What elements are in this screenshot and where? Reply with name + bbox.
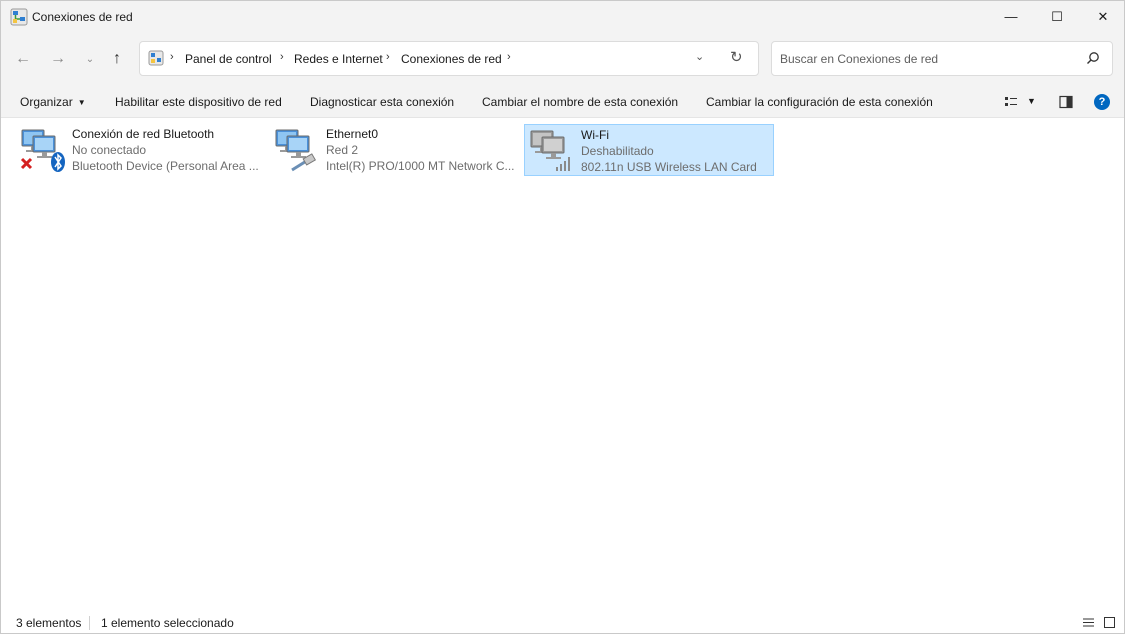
breadcrumb-separator[interactable]: › xyxy=(507,51,511,63)
breadcrumb-separator[interactable]: › xyxy=(386,51,390,63)
address-row: ← → ⌄ ↑ › Panel de control › Redes e Int… xyxy=(1,33,1124,87)
minimize-icon: — xyxy=(1004,9,1018,24)
connection-device: Intel(R) PRO/1000 MT Network C... xyxy=(326,159,514,173)
change-settings-button[interactable]: Cambiar la configuración de esta conexió… xyxy=(706,95,933,109)
organize-label: Organizar xyxy=(20,95,73,109)
minimize-button[interactable]: — xyxy=(988,1,1034,32)
selection-count: 1 elemento seleccionado xyxy=(101,616,234,630)
breadcrumb-panel-de-control[interactable]: Panel de control xyxy=(185,52,272,66)
arrow-up-icon: ↑ xyxy=(113,50,121,67)
caret-down-icon: ▼ xyxy=(77,98,86,107)
details-view-icon[interactable] xyxy=(1082,616,1095,629)
up-button[interactable]: ↑ xyxy=(104,46,130,72)
window-title: Conexiones de red xyxy=(32,10,133,24)
title-bar: Conexiones de red — ☐ ✕ xyxy=(1,1,1124,33)
close-button[interactable]: ✕ xyxy=(1080,1,1124,32)
ethernet-network-icon xyxy=(275,129,317,172)
connection-status: Deshabilitado xyxy=(581,144,654,158)
back-button[interactable]: ← xyxy=(10,46,36,72)
address-bar[interactable]: › Panel de control › Redes e Internet › … xyxy=(139,41,759,76)
network-connections-app-icon xyxy=(10,8,28,26)
bluetooth-network-icon xyxy=(20,129,65,172)
connection-status: No conectado xyxy=(72,143,147,157)
list-item-wifi[interactable]: Wi-Fi Deshabilitado 802.11n USB Wireless… xyxy=(524,124,774,176)
arrow-left-icon: ← xyxy=(15,50,31,67)
help-icon[interactable]: ? xyxy=(1094,94,1110,110)
rename-button[interactable]: Cambiar el nombre de esta conexión xyxy=(482,95,678,109)
view-options-caret-icon[interactable]: ▼ xyxy=(1027,96,1036,106)
refresh-icon[interactable]: ↻ xyxy=(730,48,743,66)
explorer-window: Conexiones de red — ☐ ✕ ← → ⌄ ↑ › Panel … xyxy=(0,0,1125,634)
diagnose-button[interactable]: Diagnosticar esta conexión xyxy=(310,95,454,109)
enable-device-button[interactable]: Habilitar este dispositivo de red xyxy=(115,95,282,109)
connection-device: 802.11n USB Wireless LAN Card xyxy=(581,160,757,174)
large-icons-view-icon[interactable] xyxy=(1103,616,1116,629)
maximize-button[interactable]: ☐ xyxy=(1034,1,1080,32)
change-view-icon[interactable] xyxy=(1004,95,1018,109)
command-bar: Organizar ▼ Habilitar este dispositivo de… xyxy=(1,87,1124,118)
item-text: Wi-Fi Deshabilitado 802.11n USB Wireless… xyxy=(581,127,769,175)
breadcrumb-separator[interactable]: › xyxy=(170,51,174,63)
preview-pane-icon[interactable] xyxy=(1059,95,1073,109)
item-text: Conexión de red Bluetooth No conectado B… xyxy=(72,126,260,174)
breadcrumb-separator[interactable]: › xyxy=(280,51,284,63)
arrow-right-icon: → xyxy=(50,50,66,67)
close-icon: ✕ xyxy=(1097,8,1109,24)
connections-list: Conexión de red Bluetooth No conectado B… xyxy=(1,118,1124,611)
maximize-icon: ☐ xyxy=(1051,8,1063,24)
search-box[interactable] xyxy=(771,41,1113,76)
chevron-down-icon: ⌄ xyxy=(85,53,95,65)
list-item-bluetooth[interactable]: Conexión de red Bluetooth No conectado B… xyxy=(16,124,266,176)
forward-button[interactable]: → xyxy=(45,46,71,72)
breadcrumb-conexiones-de-red[interactable]: Conexiones de red xyxy=(401,52,502,66)
recent-locations-button[interactable]: ⌄ xyxy=(77,46,103,72)
search-icon[interactable] xyxy=(1086,51,1100,65)
organize-button[interactable]: Organizar ▼ xyxy=(20,95,86,109)
status-divider xyxy=(89,616,90,630)
connection-status: Red 2 xyxy=(326,143,359,157)
status-bar: 3 elementos 1 elemento seleccionado xyxy=(1,611,1124,633)
search-input[interactable] xyxy=(780,50,1070,68)
chevron-down-icon[interactable]: ⌄ xyxy=(695,50,704,63)
wifi-network-icon xyxy=(530,130,570,171)
connection-device: Bluetooth Device (Personal Area ... xyxy=(72,159,259,173)
connection-name: Conexión de red Bluetooth xyxy=(72,127,215,141)
breadcrumb-redes-e-internet[interactable]: Redes e Internet xyxy=(294,52,383,66)
item-text: Ethernet0 Red 2 Intel(R) PRO/1000 MT Net… xyxy=(326,126,514,174)
connection-name: Wi-Fi xyxy=(581,128,609,142)
control-panel-icon xyxy=(148,50,164,66)
list-item-ethernet[interactable]: Ethernet0 Red 2 Intel(R) PRO/1000 MT Net… xyxy=(270,124,520,176)
item-count: 3 elementos xyxy=(16,616,82,630)
connection-name: Ethernet0 xyxy=(326,127,379,141)
